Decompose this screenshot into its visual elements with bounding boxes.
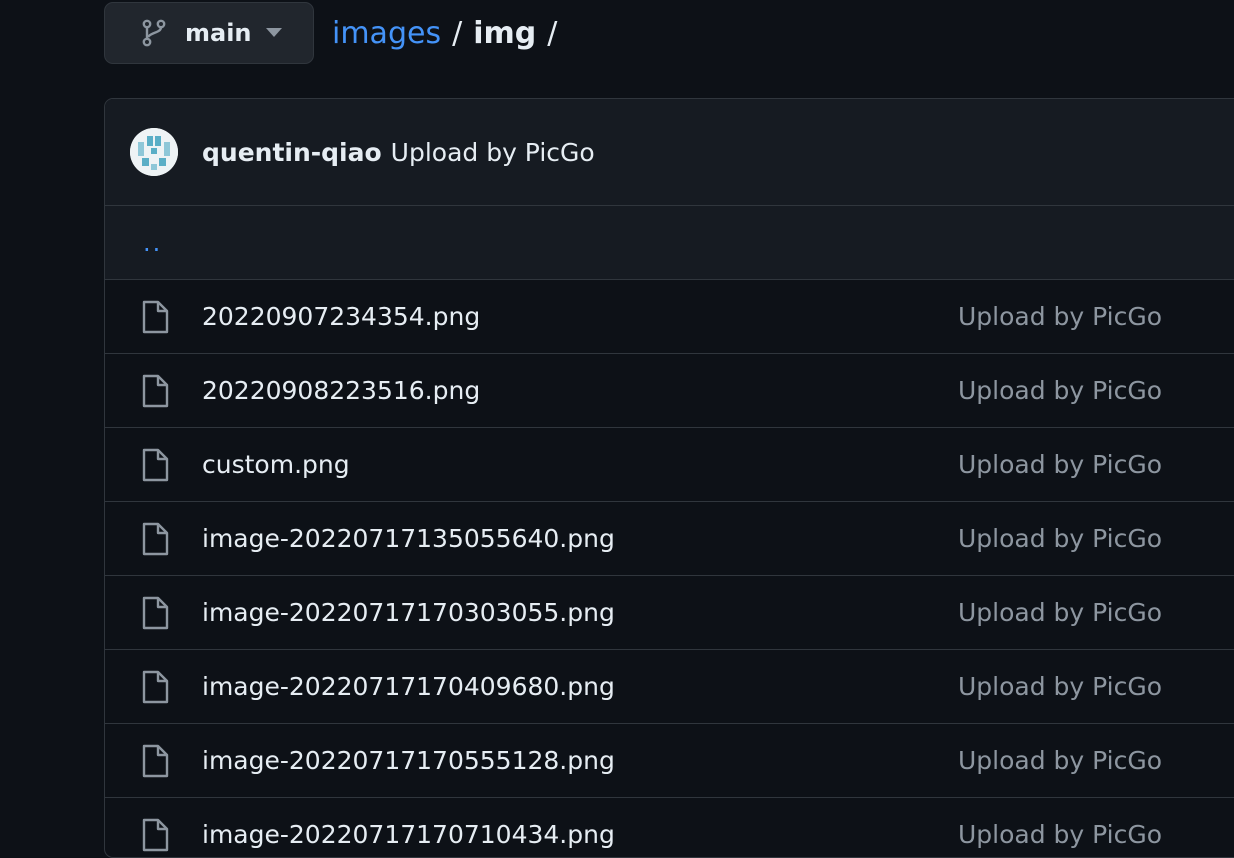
- file-icon: [141, 818, 169, 852]
- git-branch-icon: [139, 18, 169, 48]
- file-commit-message-link[interactable]: Upload by PicGo: [958, 820, 1162, 849]
- parent-directory-link[interactable]: ..: [143, 229, 162, 257]
- branch-select-button[interactable]: main: [104, 2, 314, 64]
- file-row[interactable]: custom.png Upload by PicGo: [105, 428, 1234, 502]
- branch-name: main: [185, 19, 252, 47]
- file-row[interactable]: image-20220717170710434.png Upload by Pic…: [105, 798, 1234, 857]
- file-row[interactable]: 20220908223516.png Upload by PicGo: [105, 354, 1234, 428]
- commit-author-link[interactable]: quentin-qiao: [202, 138, 382, 167]
- file-commit-message-link[interactable]: Upload by PicGo: [958, 524, 1162, 553]
- file-icon: [141, 374, 169, 408]
- file-name-link[interactable]: 20220908223516.png: [202, 376, 480, 405]
- file-commit-message-link[interactable]: Upload by PicGo: [958, 598, 1162, 627]
- file-name-link[interactable]: image-20220717170409680.png: [202, 672, 615, 701]
- repo-navigation-bar: main images / img /: [104, 2, 568, 64]
- file-rows: 20220907234354.png Upload by PicGo 2022090…: [105, 280, 1234, 857]
- file-row[interactable]: image-20220717170303055.png Upload by Pic…: [105, 576, 1234, 650]
- file-name-link[interactable]: custom.png: [202, 450, 350, 479]
- file-list-box: quentin-qiao Upload by PicGo .. 20220907…: [104, 98, 1234, 858]
- file-row[interactable]: image-20220717170409680.png Upload by Pic…: [105, 650, 1234, 724]
- file-icon: [141, 448, 169, 482]
- file-name-link[interactable]: image-20220717170710434.png: [202, 820, 615, 849]
- file-icon: [141, 300, 169, 334]
- breadcrumb-repo-link[interactable]: images: [332, 16, 441, 51]
- parent-directory-row[interactable]: ..: [105, 206, 1234, 280]
- commit-message-link[interactable]: Upload by PicGo: [391, 138, 595, 167]
- breadcrumb-current-dir: img: [473, 15, 537, 51]
- file-name-link[interactable]: image-20220717170555128.png: [202, 746, 615, 775]
- avatar[interactable]: [130, 128, 178, 176]
- file-commit-message-link[interactable]: Upload by PicGo: [958, 672, 1162, 701]
- file-name-link[interactable]: image-20220717135055640.png: [202, 524, 615, 553]
- file-name-link[interactable]: 20220907234354.png: [202, 302, 480, 331]
- breadcrumb-trailing-separator: /: [547, 15, 558, 51]
- triangle-down-icon: [265, 28, 282, 38]
- file-row[interactable]: image-20220717170555128.png Upload by Pic…: [105, 724, 1234, 798]
- latest-commit-header: quentin-qiao Upload by PicGo: [105, 99, 1234, 206]
- file-row[interactable]: image-20220717135055640.png Upload by Pic…: [105, 502, 1234, 576]
- file-icon: [141, 596, 169, 630]
- file-row[interactable]: 20220907234354.png Upload by PicGo: [105, 280, 1234, 354]
- breadcrumb: images / img /: [332, 16, 568, 51]
- file-commit-message-link[interactable]: Upload by PicGo: [958, 746, 1162, 775]
- file-name-link[interactable]: image-20220717170303055.png: [202, 598, 615, 627]
- file-icon: [141, 744, 169, 778]
- breadcrumb-separator: /: [452, 15, 463, 51]
- file-commit-message-link[interactable]: Upload by PicGo: [958, 450, 1162, 479]
- file-commit-message-link[interactable]: Upload by PicGo: [958, 376, 1162, 405]
- file-commit-message-link[interactable]: Upload by PicGo: [958, 302, 1162, 331]
- file-icon: [141, 522, 169, 556]
- file-icon: [141, 670, 169, 704]
